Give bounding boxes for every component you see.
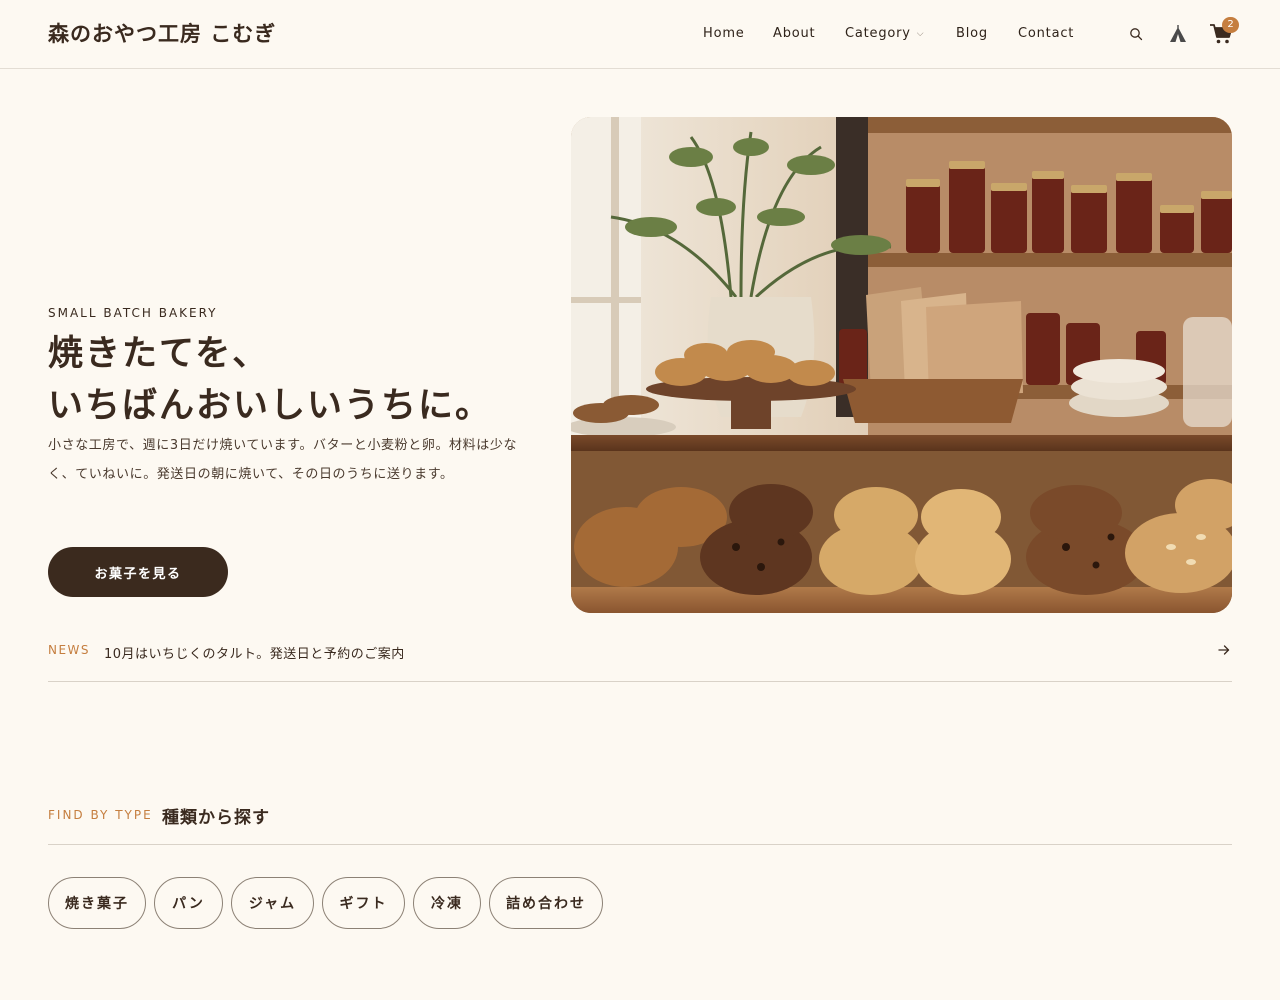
hero-description: 小さな工房で、週に3日だけ焼いています。バターと小麦粉と卵。材料は少なく、ていね…: [48, 438, 518, 482]
site-header: 森のおやつ工房 こむぎ Home About Category ⌵ Blog Co…: [0, 0, 1280, 69]
hero-title-line2: いちばんおいしいうちに。: [48, 386, 493, 426]
chip-bread[interactable]: パン: [154, 877, 223, 929]
find-by-type-header: FIND BY TYPE 種類から探す: [48, 801, 1232, 845]
view-sweets-button[interactable]: お菓子を見る: [48, 547, 228, 597]
nav-home[interactable]: Home: [703, 26, 745, 41]
find-by-type-title: 種類から探す: [162, 808, 270, 828]
chip-jam[interactable]: ジャム: [231, 877, 314, 929]
arrow-right-icon[interactable]: [1218, 644, 1230, 656]
news-label: NEWS: [48, 643, 91, 657]
find-by-type-label: FIND BY TYPE: [48, 808, 153, 822]
chip-baked-sweets[interactable]: 焼き菓子: [48, 877, 146, 929]
news-text[interactable]: 10月はいちじくのタルト。発送日と予約のご案内: [104, 643, 405, 662]
nav-category[interactable]: Category ⌵: [845, 26, 924, 41]
site-logo[interactable]: 森のおやつ工房 こむぎ: [48, 18, 276, 48]
bakery-shelves-photo: [571, 117, 1232, 613]
news-bar[interactable]: NEWS 10月はいちじくのタルト。発送日と予約のご案内: [48, 632, 1232, 682]
hero-image: [571, 117, 1232, 613]
nav-contact[interactable]: Contact: [1018, 26, 1074, 41]
tent-icon[interactable]: [1168, 24, 1188, 44]
chip-frozen[interactable]: 冷凍: [413, 877, 481, 929]
hero-title: 焼きたてを、 いちばんおいしいうちに。: [48, 328, 492, 432]
chip-assortment[interactable]: 詰め合わせ: [489, 877, 603, 929]
cart-count-badge: 2: [1222, 17, 1239, 33]
chip-gift[interactable]: ギフト: [322, 877, 405, 929]
nav-blog[interactable]: Blog: [956, 26, 988, 41]
chevron-down-icon: ⌵: [916, 29, 925, 39]
hero-title-line1: 焼きたてを、: [48, 334, 270, 374]
search-icon[interactable]: [1129, 27, 1143, 41]
hero-eyebrow: SMALL BATCH BAKERY: [48, 306, 218, 320]
nav-about[interactable]: About: [773, 26, 815, 41]
nav-category-label: Category: [845, 26, 911, 41]
